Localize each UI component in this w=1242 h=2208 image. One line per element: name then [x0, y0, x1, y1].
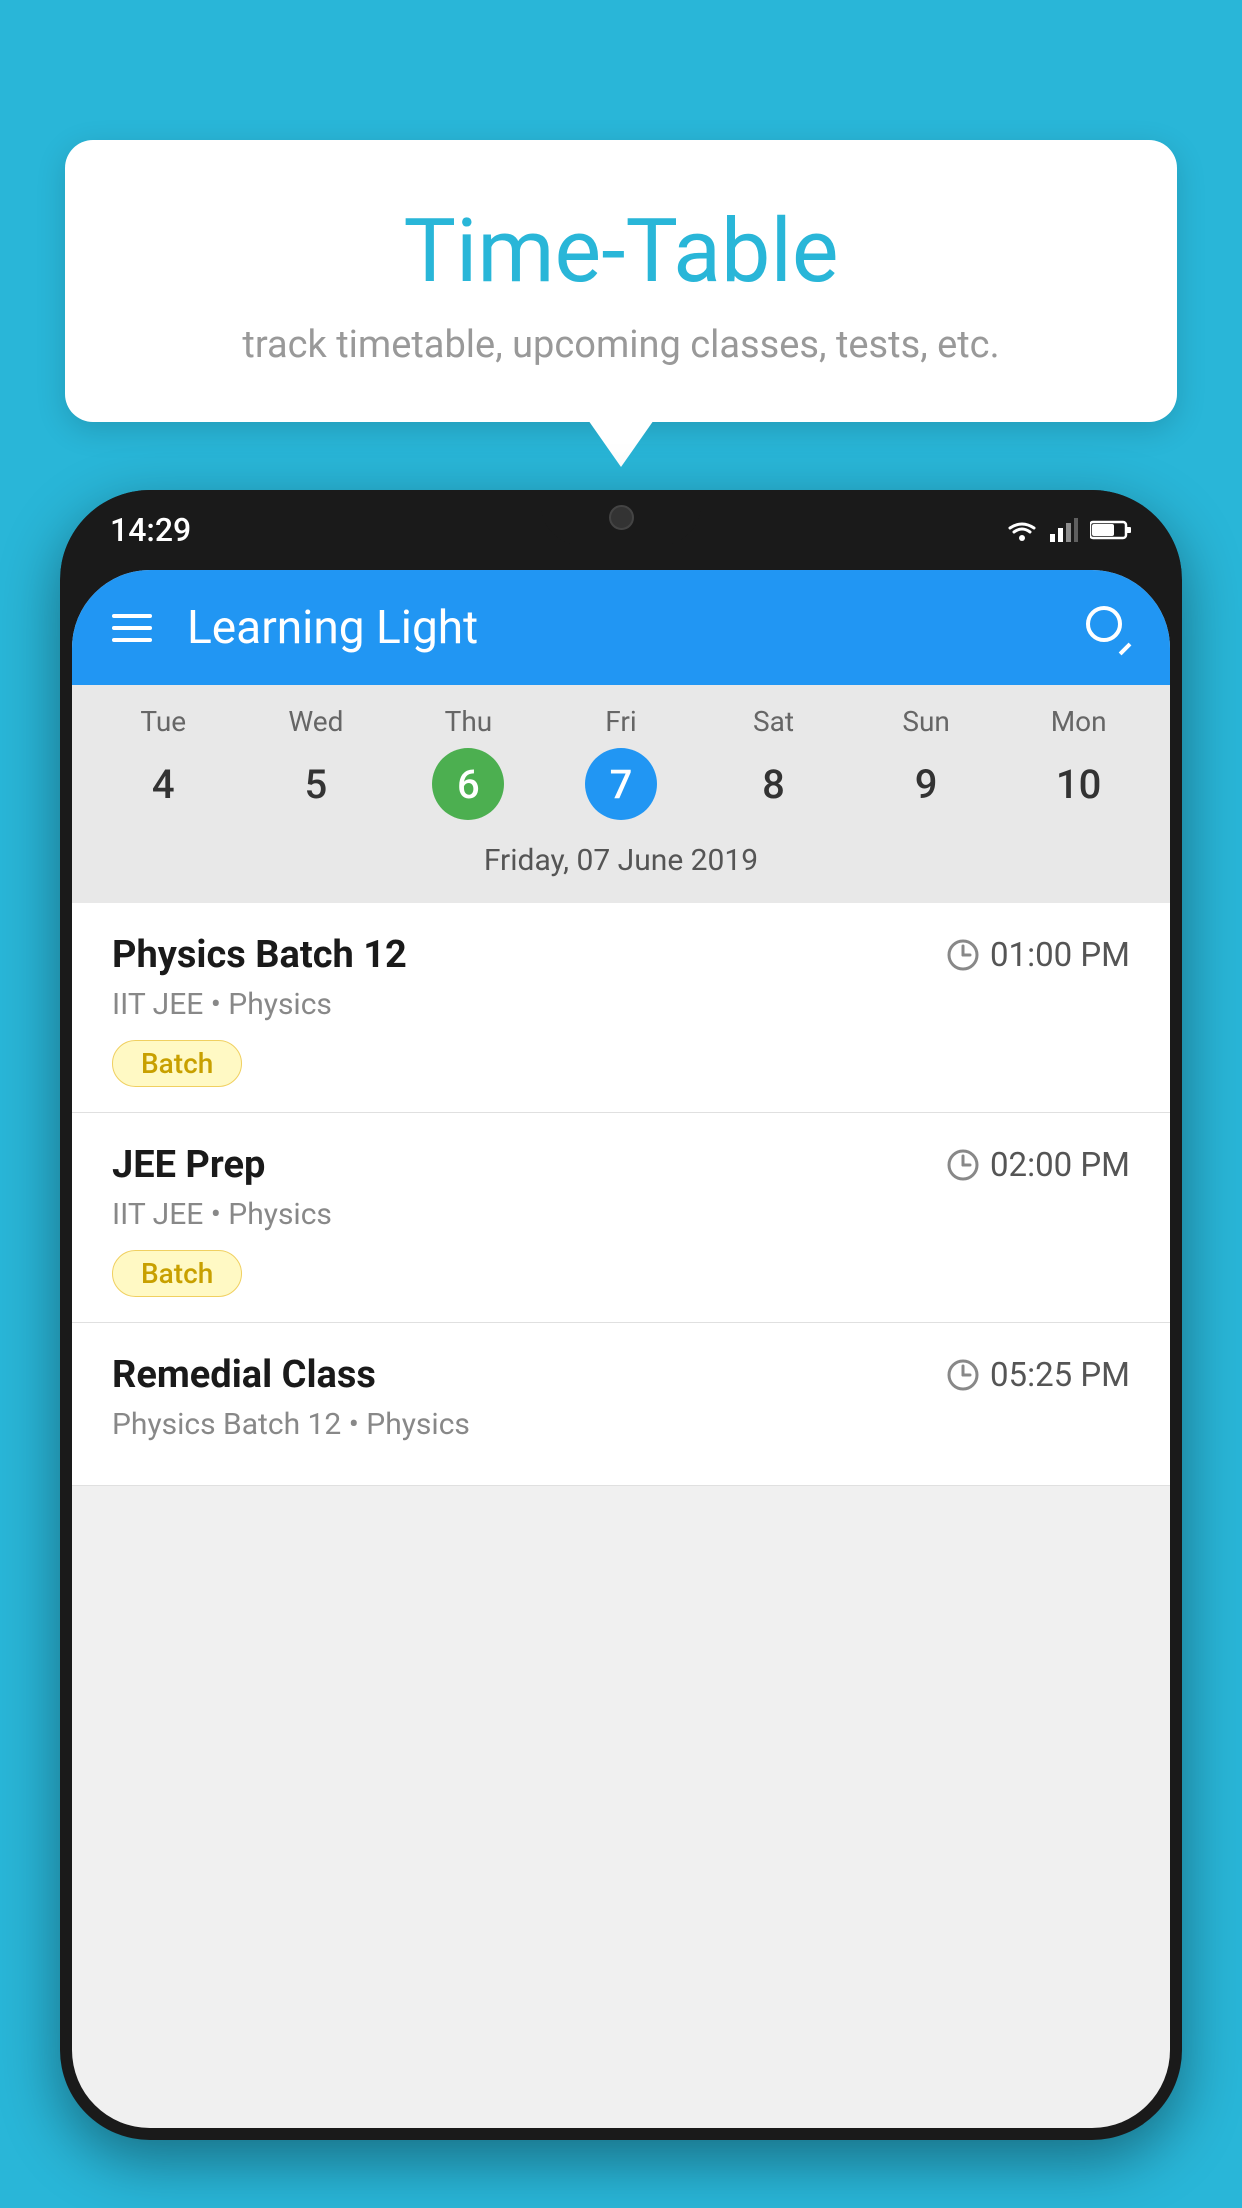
day-col-thu[interactable]: Thu 6: [392, 705, 545, 820]
schedule-item[interactable]: Physics Batch 12 01:00 PM IIT JEE • Physi…: [72, 903, 1170, 1113]
signal-icon: [1050, 518, 1078, 542]
schedule-item-header: Remedial Class 05:25 PM: [112, 1353, 1130, 1397]
day-number[interactable]: 9: [890, 748, 962, 820]
schedule-list: Physics Batch 12 01:00 PM IIT JEE • Physi…: [72, 903, 1170, 1486]
schedule-meta: IIT JEE • Physics: [112, 987, 1130, 1022]
clock-icon: [946, 938, 980, 972]
day-col-fri[interactable]: Fri 7: [545, 705, 698, 820]
day-name: Fri: [605, 705, 636, 738]
day-number[interactable]: 5: [280, 748, 352, 820]
menu-button[interactable]: [112, 614, 152, 642]
days-row: Tue 4 Wed 5 Thu 6 Fri 7 Sat 8 Sun 9 Mon 10: [72, 705, 1170, 820]
schedule-item-header: Physics Batch 12 01:00 PM: [112, 933, 1130, 977]
schedule-title: Physics Batch 12: [112, 933, 407, 977]
schedule-item-header: JEE Prep 02:00 PM: [112, 1143, 1130, 1187]
phone-screen: Learning Light Tue4Wed5Thu6Fri7Sat8Sun9M…: [72, 570, 1170, 2128]
notch: [541, 490, 701, 545]
clock-icon: [946, 1148, 980, 1182]
selected-date-label: Friday, 07 June 2019: [72, 835, 1170, 893]
app-header: Learning Light: [72, 570, 1170, 685]
front-camera: [609, 505, 634, 530]
wifi-icon: [1006, 518, 1038, 542]
clock-icon: [946, 1358, 980, 1392]
day-name: Thu: [445, 705, 493, 738]
phone-container: 14:29: [60, 490, 1182, 2208]
day-col-tue[interactable]: Tue 4: [87, 705, 240, 820]
day-col-sun[interactable]: Sun 9: [850, 705, 1003, 820]
phone-frame: 14:29: [60, 490, 1182, 2140]
day-name: Sat: [753, 705, 794, 738]
schedule-title: JEE Prep: [112, 1143, 265, 1187]
status-time: 14:29: [110, 511, 191, 549]
schedule-time-text: 02:00 PM: [990, 1146, 1130, 1185]
day-name: Wed: [288, 705, 343, 738]
tooltip-title: Time-Table: [115, 200, 1127, 303]
calendar-strip: Tue 4 Wed 5 Thu 6 Fri 7 Sat 8 Sun 9 Mon 10 Friday, 07…: [72, 685, 1170, 903]
schedule-item[interactable]: JEE Prep 02:00 PM IIT JEE • Physics Batch: [72, 1113, 1170, 1323]
day-col-wed[interactable]: Wed 5: [240, 705, 393, 820]
tooltip-card: Time-Table track timetable, upcoming cla…: [65, 140, 1177, 422]
day-name: Sun: [902, 705, 950, 738]
day-name: Tue: [140, 705, 186, 738]
schedule-time-text: 01:00 PM: [990, 936, 1130, 975]
day-col-sat[interactable]: Sat 8: [697, 705, 850, 820]
day-number[interactable]: 4: [127, 748, 199, 820]
schedule-time: 02:00 PM: [946, 1146, 1130, 1185]
day-name: Mon: [1051, 705, 1107, 738]
status-bar: 14:29: [60, 490, 1182, 570]
batch-tag: Batch: [112, 1250, 242, 1297]
day-number[interactable]: 10: [1043, 748, 1115, 820]
schedule-time: 05:25 PM: [946, 1356, 1130, 1395]
schedule-time-text: 05:25 PM: [990, 1356, 1130, 1395]
day-col-mon[interactable]: Mon 10: [1002, 705, 1155, 820]
schedule-meta: IIT JEE • Physics: [112, 1197, 1130, 1232]
battery-icon: [1090, 520, 1132, 540]
batch-tag: Batch: [112, 1040, 242, 1087]
tooltip-subtitle: track timetable, upcoming classes, tests…: [115, 323, 1127, 367]
schedule-item[interactable]: Remedial Class 05:25 PM Physics Batch 12 …: [72, 1323, 1170, 1486]
day-number[interactable]: 6: [432, 748, 504, 820]
app-title: Learning Light: [187, 601, 1086, 655]
schedule-meta: Physics Batch 12 • Physics: [112, 1407, 1130, 1442]
schedule-time: 01:00 PM: [946, 936, 1130, 975]
day-number[interactable]: 7: [585, 748, 657, 820]
search-button[interactable]: [1086, 606, 1130, 650]
day-number[interactable]: 8: [738, 748, 810, 820]
schedule-title: Remedial Class: [112, 1353, 376, 1397]
status-icons: [1006, 518, 1132, 542]
